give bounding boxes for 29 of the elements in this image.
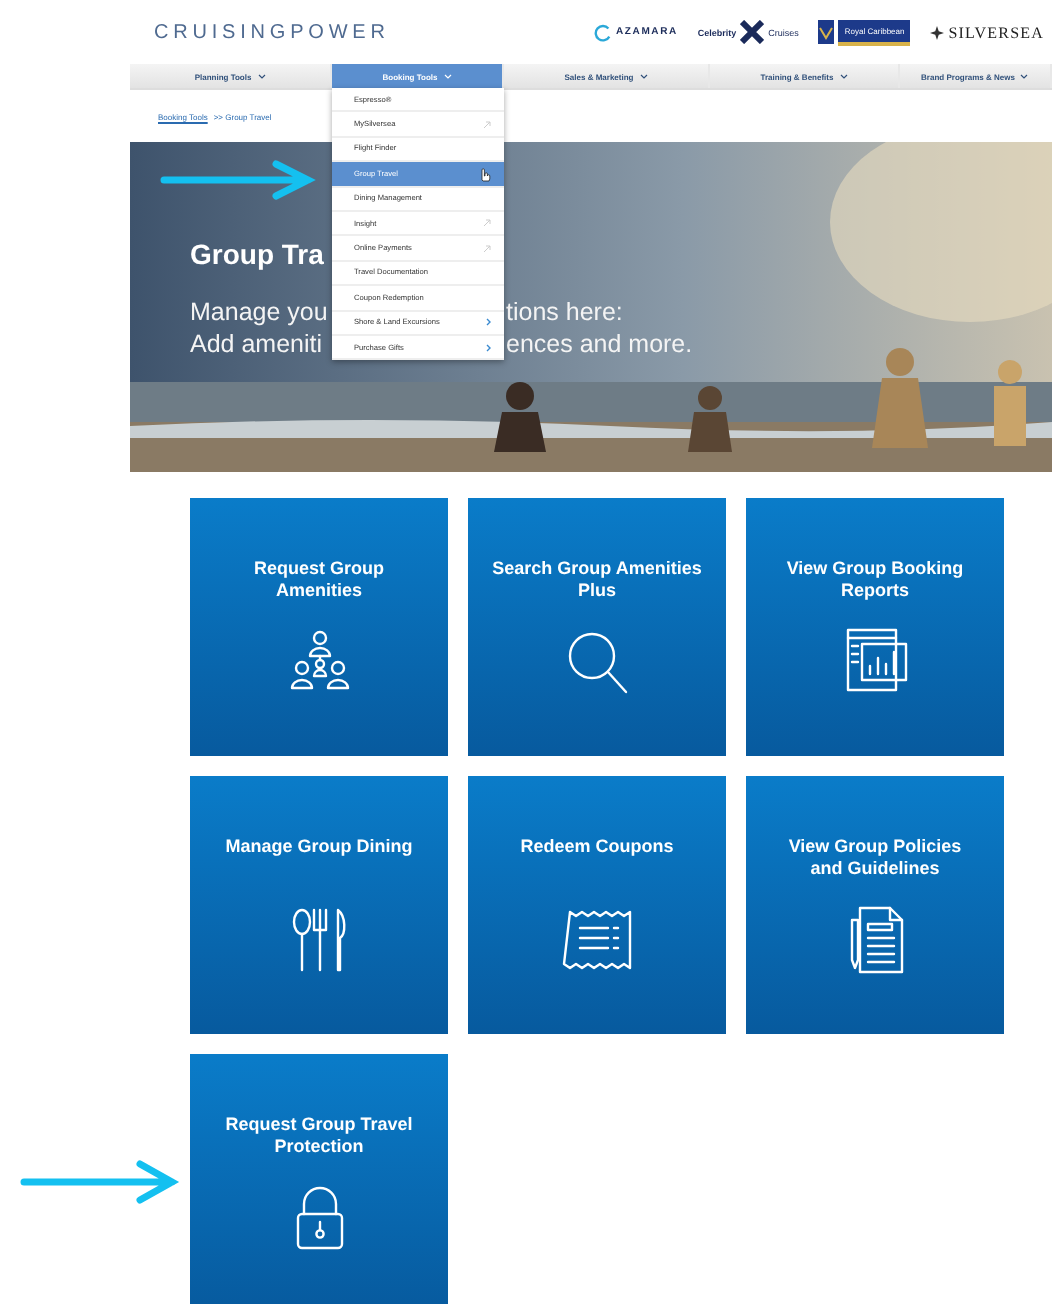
ring-logo-icon [594, 23, 613, 41]
tile-button[interactable]: Request Group Amenities [190, 498, 448, 756]
caret-icon [257, 73, 266, 79]
brand-name: SILVERSEA [948, 23, 1044, 41]
external-link-icon [482, 243, 492, 254]
caret-icon [443, 73, 452, 79]
hero-text: ences and more. [506, 330, 695, 358]
tile-button[interactable]: View Group Booking Reports [746, 498, 1004, 756]
tile-button[interactable]: Request Group Travel Protection [190, 1054, 448, 1304]
caret-icon [839, 73, 848, 79]
crown-logo-icon [818, 20, 835, 44]
hero-text: Add ameniti [190, 330, 325, 358]
tile-button[interactable]: Redeem Coupons [468, 776, 726, 1034]
external-link-icon [482, 218, 492, 229]
chevron-icon [486, 318, 492, 327]
emblem-logo-icon [930, 25, 945, 39]
site-logo[interactable]: CRUISINGPOWER [154, 21, 390, 43]
hero-text: Manage you [190, 298, 330, 326]
hero-title: Group Tra [190, 238, 326, 270]
tile-button[interactable]: Search Group Amenities Plus [468, 498, 726, 756]
caret-icon [1020, 73, 1029, 79]
x-logo-icon [740, 20, 765, 44]
tile-button[interactable]: View Group Policies and Guidelines [746, 776, 1004, 1034]
external-link-icon [482, 119, 492, 130]
hand-cursor-icon [478, 165, 492, 182]
tile-button[interactable]: Manage Group Dining [190, 776, 448, 1034]
hero-text: tions here: [506, 298, 625, 326]
chevron-icon [486, 343, 492, 352]
caret-icon [639, 73, 648, 79]
